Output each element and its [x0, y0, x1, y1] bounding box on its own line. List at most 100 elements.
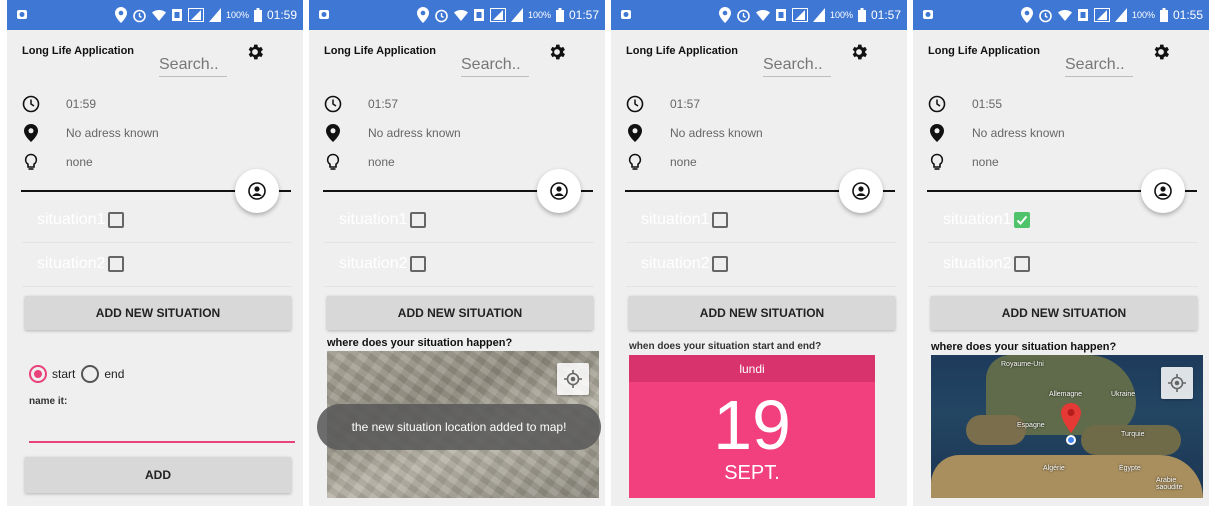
situation-row[interactable]: situation2	[626, 242, 896, 287]
add-new-situation-button[interactable]: ADD NEW SITUATION	[327, 296, 593, 330]
gear-icon[interactable]	[245, 42, 265, 62]
situation-row[interactable]: situation1	[22, 198, 292, 243]
situation-checkbox[interactable]	[711, 256, 728, 272]
situation-checkbox[interactable]	[409, 212, 426, 228]
search-input[interactable]: Search..	[763, 53, 831, 77]
section-label: where does your situation happen?	[931, 341, 1117, 353]
start-end-radio-group: start end	[29, 365, 124, 383]
idea-value: none	[972, 155, 999, 169]
signal-icon	[208, 8, 221, 22]
calendar-day[interactable]: 19	[629, 390, 875, 460]
crosshair-icon	[1168, 374, 1186, 392]
situation-row[interactable]: situation2	[928, 242, 1198, 287]
gear-icon[interactable]	[849, 42, 869, 62]
address-row: No adress known	[21, 123, 159, 143]
idea-value: none	[368, 155, 395, 169]
add-new-situation-button[interactable]: ADD NEW SITUATION	[931, 296, 1197, 330]
address-value: No adress known	[670, 126, 763, 140]
situation-checkbox[interactable]	[107, 256, 124, 272]
status-bar: 100% 01:57	[309, 0, 605, 30]
my-location-button[interactable]	[557, 363, 589, 395]
map-label: Égypte	[1119, 465, 1141, 472]
time-row: 01:57	[625, 94, 700, 114]
search-input[interactable]: Search..	[1065, 53, 1133, 77]
app-title: Long Life Application	[626, 45, 739, 57]
current-location-dot	[1066, 435, 1076, 445]
time-value: 01:57	[670, 97, 701, 111]
world-map[interactable]: Royaume-Uni Allemagne Ukraine Espagne Tu…	[931, 355, 1203, 498]
phone-screen-1: 100% 01:59 Long Life Application Search.…	[7, 0, 303, 506]
idea-row: none	[625, 152, 697, 172]
my-location-button[interactable]	[1161, 367, 1193, 399]
notification-icon	[621, 10, 631, 19]
clock-icon	[21, 94, 41, 114]
alarm-icon	[737, 9, 750, 22]
app-title: Long Life Application	[22, 45, 135, 57]
wifi-icon	[453, 10, 468, 21]
check-icon	[1016, 215, 1027, 225]
data-signal-icon	[187, 8, 204, 22]
situation-checkbox[interactable]	[409, 256, 426, 272]
map-pin-icon	[21, 123, 41, 143]
situation-row[interactable]: situation2	[324, 242, 594, 287]
idea-row: none	[21, 152, 93, 172]
phone-screen-4: 100% 01:55 Long Life Application Search.…	[913, 0, 1209, 506]
clock-icon	[323, 94, 343, 114]
notification-icon	[319, 10, 329, 19]
map-label: Arabie saoudite	[1156, 477, 1183, 491]
calendar-month[interactable]: SEPT.	[629, 462, 875, 485]
start-radio[interactable]	[29, 365, 47, 383]
search-input[interactable]: Search..	[159, 53, 227, 77]
situation-row[interactable]: situation2	[22, 242, 292, 287]
add-new-situation-button[interactable]: ADD NEW SITUATION	[629, 296, 895, 330]
phone-screen-3: 100% 01:57 Long Life Application Search.…	[611, 0, 907, 506]
lightbulb-icon	[323, 152, 343, 172]
date-picker[interactable]: lundi 19 SEPT.	[629, 355, 875, 498]
situation-label: situation2	[943, 255, 1012, 272]
add-button[interactable]: ADD	[25, 457, 291, 493]
start-radio-label: start	[52, 367, 76, 381]
status-bar: 100% 01:55	[913, 0, 1209, 30]
alarm-icon	[435, 9, 448, 22]
situation-label: situation1	[641, 211, 710, 228]
lightbulb-icon	[625, 152, 645, 172]
situation-label: situation2	[37, 255, 106, 272]
address-row: No adress known	[625, 123, 763, 143]
wifi-icon	[1057, 10, 1072, 21]
clock-icon	[625, 94, 645, 114]
search-input[interactable]: Search..	[461, 53, 529, 77]
situation-checkbox[interactable]	[1013, 212, 1030, 228]
situation-row[interactable]: situation1	[928, 198, 1198, 243]
map-pin-icon	[625, 123, 645, 143]
data-signal-icon	[1093, 8, 1110, 22]
toast-message: the new situation location added to map!	[317, 404, 601, 450]
wifi-icon	[151, 10, 166, 21]
situation-row[interactable]: situation1	[626, 198, 896, 243]
address-value: No adress known	[66, 126, 159, 140]
name-input[interactable]	[29, 441, 295, 443]
end-radio[interactable]	[81, 365, 100, 383]
gear-icon[interactable]	[547, 42, 567, 62]
app-title: Long Life Application	[324, 45, 437, 57]
lightbulb-icon	[927, 152, 947, 172]
add-new-situation-button[interactable]: ADD NEW SITUATION	[25, 296, 291, 330]
signal-icon	[812, 8, 825, 22]
location-icon	[114, 7, 127, 23]
data-signal-icon	[489, 8, 506, 22]
gear-icon[interactable]	[1151, 42, 1171, 62]
alarm-icon	[1039, 9, 1052, 22]
battery-percent: 100%	[527, 10, 551, 20]
battery-icon	[555, 8, 564, 22]
idea-row: none	[927, 152, 999, 172]
signal-icon	[1114, 8, 1127, 22]
section-label: where does your situation happen?	[327, 337, 513, 349]
situation-checkbox[interactable]	[1013, 256, 1030, 272]
situation-checkbox[interactable]	[107, 212, 124, 228]
situation-checkbox[interactable]	[711, 212, 728, 228]
map-marker-icon[interactable]	[1061, 403, 1081, 433]
situation-row[interactable]: situation1	[324, 198, 594, 243]
app-title: Long Life Application	[928, 45, 1041, 57]
map-label: Allemagne	[1049, 391, 1083, 398]
situation-label: situation2	[339, 255, 408, 272]
end-radio-label: end	[104, 367, 125, 381]
